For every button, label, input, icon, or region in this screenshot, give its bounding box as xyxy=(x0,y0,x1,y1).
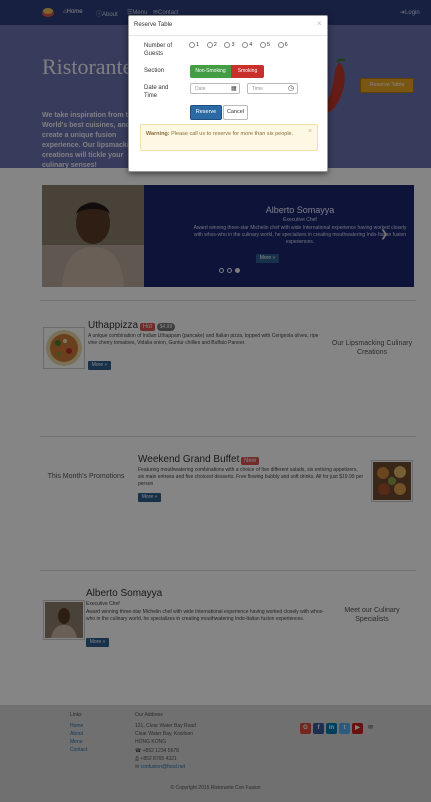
guest-label-3: 3 xyxy=(231,42,235,48)
guest-label-5: 5 xyxy=(266,42,270,48)
section-label: Section xyxy=(144,68,165,74)
smoking-button[interactable]: Smoking xyxy=(231,65,264,78)
modal-header-divider xyxy=(129,35,327,36)
guests-label: Number of Guests xyxy=(144,43,173,57)
guests-radio-group: 1 2 3 4 5 6 xyxy=(189,42,294,49)
guest-radio-4[interactable] xyxy=(242,42,249,48)
guest-radio-3[interactable] xyxy=(224,42,231,48)
close-icon[interactable]: × xyxy=(317,19,322,28)
time-input[interactable]: Time ◷ xyxy=(247,83,298,94)
guest-radio-5[interactable] xyxy=(259,42,266,48)
clock-icon[interactable]: ◷ xyxy=(288,84,294,92)
guest-label-1: 1 xyxy=(196,42,200,48)
modal-title: Reserve Table xyxy=(134,22,173,28)
cancel-button[interactable]: Cancel xyxy=(223,105,248,120)
calendar-icon[interactable]: ▦ xyxy=(231,85,237,92)
warning-text: Please call us to reserve for more than … xyxy=(171,131,294,137)
guest-label-6: 6 xyxy=(284,42,288,48)
reserve-button[interactable]: Reserve xyxy=(190,105,222,120)
warning-alert: Warning: Please call us to reserve for m… xyxy=(140,124,318,151)
non-smoking-button[interactable]: Non-Smoking xyxy=(190,65,231,78)
guest-radio-1[interactable] xyxy=(189,42,195,48)
guest-radio-2[interactable] xyxy=(206,42,213,48)
datetime-label: Date and Time xyxy=(144,85,169,99)
guest-label-2: 2 xyxy=(213,42,217,48)
reserve-table-modal: Reserve Table × Number of Guests 1 2 3 4… xyxy=(128,15,328,172)
close-icon[interactable]: × xyxy=(308,128,312,135)
guest-label-4: 4 xyxy=(249,42,253,48)
time-placeholder: Time xyxy=(252,86,263,92)
warning-strong: Warning: xyxy=(146,131,170,137)
guest-radio-6[interactable] xyxy=(277,42,284,48)
date-input[interactable]: Date ▦ xyxy=(190,83,240,94)
date-placeholder: Date xyxy=(195,86,206,92)
warning-message: Warning: Please call us to reserve for m… xyxy=(146,130,306,138)
